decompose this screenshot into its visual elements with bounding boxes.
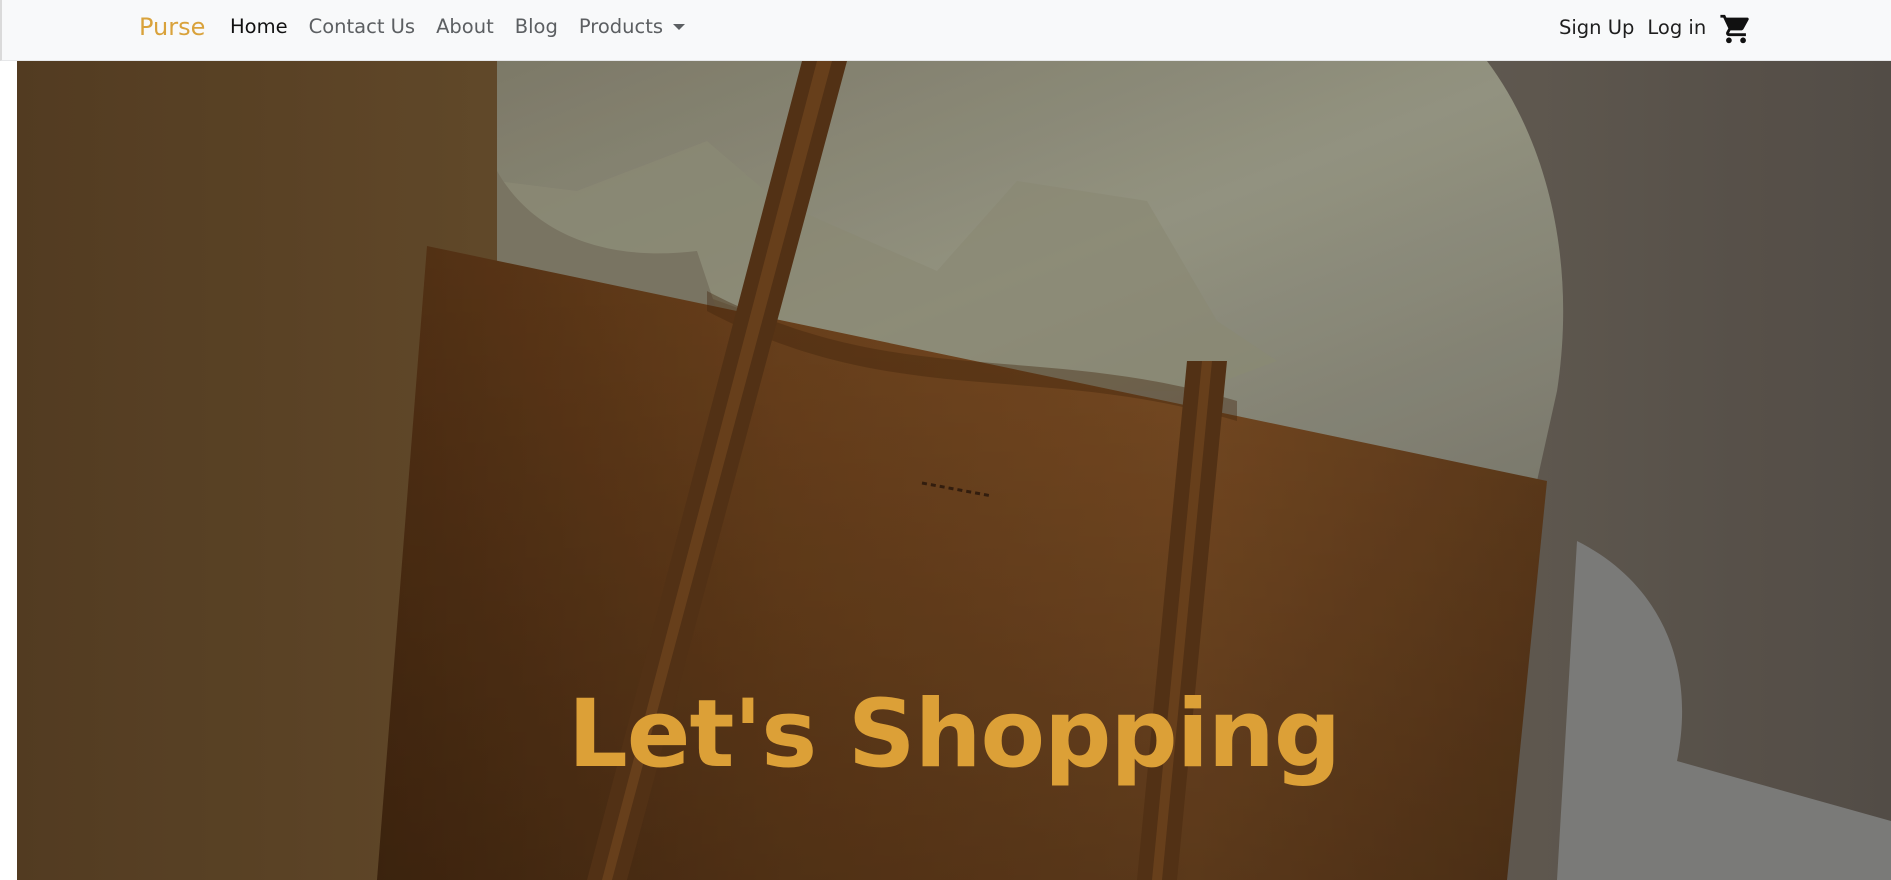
nav-right: Sign Up Log in	[1559, 10, 1753, 46]
nav-link-contact-us[interactable]: Contact Us	[309, 15, 416, 39]
hero-banner: Let's Shopping	[17, 61, 1891, 880]
nav-dropdown-products[interactable]: Products	[578, 15, 686, 39]
brand-logo[interactable]: Purse	[139, 13, 205, 41]
nav-link-about[interactable]: About	[436, 15, 494, 39]
top-navbar: Purse Home Contact Us About Blog Product…	[0, 0, 1891, 61]
hero-title: Let's Shopping	[567, 680, 1341, 789]
shopping-cart-icon	[1720, 14, 1749, 44]
cart-button[interactable]	[1719, 12, 1753, 46]
main-nav: Home Contact Us About Blog Products	[230, 15, 706, 39]
nav-link-blog[interactable]: Blog	[515, 15, 558, 39]
caret-down-icon	[673, 24, 686, 30]
nav-link-home[interactable]: Home	[230, 15, 288, 39]
signup-link[interactable]: Sign Up	[1559, 16, 1634, 40]
nav-dropdown-products-label: Products	[578, 15, 664, 38]
login-link[interactable]: Log in	[1647, 16, 1706, 40]
